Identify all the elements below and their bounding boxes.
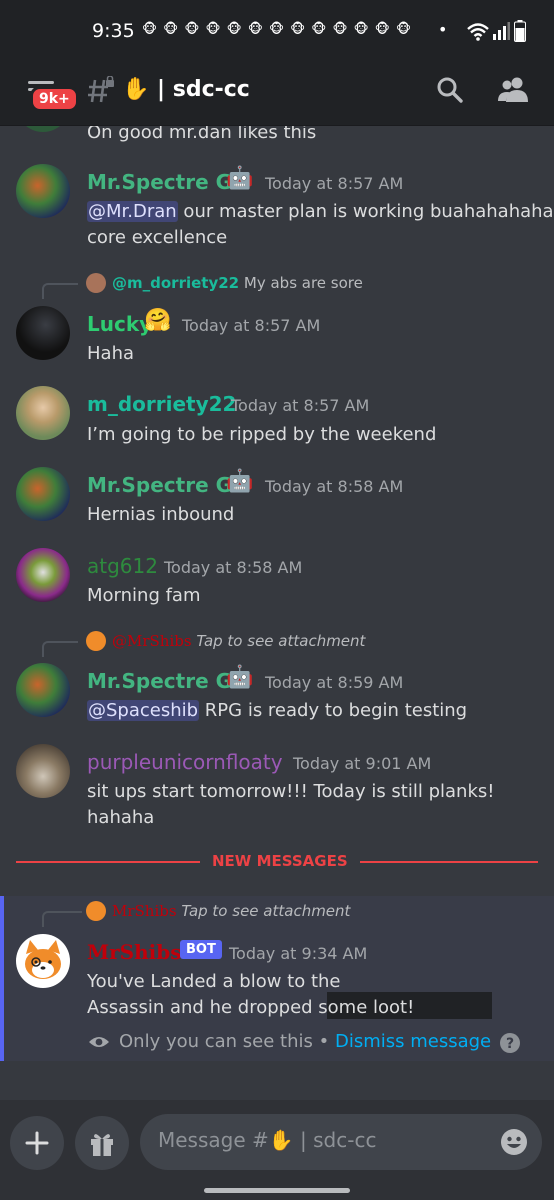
username[interactable]: Mr.Spectre G. [87, 669, 240, 693]
reply-connector [42, 283, 78, 299]
reply-preview[interactable]: @m_dorriety22 My abs are sore [112, 274, 363, 292]
ephemeral-notice: Only you can see this • Dismiss message [119, 1031, 491, 1052]
channel-title[interactable]: ✋ | sdc-cc [122, 77, 250, 102]
message-text: @Mr.Dran our master plan is working buah… [87, 198, 554, 225]
timestamp: Today at 8:58 AM [164, 558, 303, 577]
reply-connector [42, 911, 82, 927]
username[interactable]: Mr.Spectre G. [87, 170, 240, 194]
reply-username: @MrShibs [112, 632, 192, 650]
emoji-picker-icon[interactable] [500, 1128, 528, 1156]
reply-username: @m_dorriety22 [112, 274, 240, 292]
notification-dot: • [438, 20, 448, 39]
message-text: I’m going to be ripped by the weekend [87, 424, 437, 445]
clock: 9:35 [92, 20, 135, 42]
robot-badge-icon: 🤖 [226, 166, 254, 191]
user-mention[interactable]: @Spaceshib [87, 700, 200, 721]
avatar[interactable] [16, 934, 70, 988]
notification-icons: 🐵 🐵 🐵 🐵 🐵 🐵 🐵 🐵 🐵 🐵 🐵 🐵 🐵 [142, 22, 412, 37]
wifi-icon [467, 23, 489, 41]
reply-text: Tap to see attachment [181, 902, 351, 920]
reply-text: My abs are sore [243, 274, 363, 292]
new-messages-label: NEW MESSAGES [200, 852, 360, 870]
gift-icon [91, 1134, 113, 1156]
shiba-avatar-icon [25, 940, 61, 979]
members-icon[interactable] [498, 76, 528, 104]
help-icon[interactable]: ? [499, 1032, 521, 1054]
message-text: Assassin and he dropped some loot! [87, 997, 415, 1018]
reply-avatar [86, 901, 106, 921]
avatar[interactable] [16, 467, 70, 521]
reply-connector [42, 641, 78, 657]
timestamp: Today at 8:57 AM [182, 316, 321, 335]
battery-icon [514, 20, 526, 42]
dismiss-message-link[interactable]: Dismiss message [335, 1031, 491, 1052]
message-text: Hernias inbound [87, 504, 235, 525]
only-you-text: Only you can see this • [119, 1031, 330, 1052]
username[interactable]: purpleunicornfloaty [87, 750, 283, 774]
reply-text: Tap to see attachment [196, 632, 366, 650]
username[interactable]: m_dorriety22 [87, 392, 236, 416]
message-composer: Message #✋ | sdc-cc [0, 1100, 554, 1200]
status-bar: 9:35 🐵 🐵 🐵 🐵 🐵 🐵 🐵 🐵 🐵 🐵 🐵 🐵 🐵 • [0, 0, 554, 62]
reply-avatar [86, 631, 106, 651]
reply-username: MrShibs [112, 902, 177, 920]
hugging-face-emoji: 🤗 [144, 308, 172, 333]
avatar[interactable] [16, 548, 70, 602]
username[interactable]: MrShibs [87, 940, 182, 964]
timestamp: Today at 9:01 AM [293, 754, 432, 773]
message-placeholder: Message #✋ | sdc-cc [158, 1128, 377, 1152]
message-text: core excellence [87, 227, 228, 248]
avatar[interactable] [16, 744, 70, 798]
avatar[interactable] [16, 126, 70, 132]
svg-text:?: ? [506, 1036, 514, 1052]
message-text: Morning fam [87, 585, 201, 606]
username[interactable]: Mr.Spectre G. [87, 473, 240, 497]
timestamp: Today at 8:58 AM [265, 477, 404, 496]
avatar[interactable] [16, 164, 70, 218]
unread-badge[interactable]: 9k+ [30, 86, 79, 112]
user-mention[interactable]: @Mr.Dran [87, 201, 178, 222]
eye-icon [89, 1037, 109, 1047]
avatar[interactable] [16, 306, 70, 360]
message-text-part: our master plan is working buahahahahaa [177, 201, 554, 222]
message-list[interactable]: On good mr.dan likes this Mr.Spectre G. … [0, 126, 554, 1100]
timestamp: Today at 9:34 AM [229, 944, 368, 963]
channel-header: ✋ | sdc-cc [0, 62, 554, 126]
gift-button[interactable] [75, 1116, 129, 1170]
message-text: On good mr.dan likes this [87, 126, 317, 143]
timestamp: Today at 8:57 AM [265, 174, 404, 193]
robot-badge-icon: 🤖 [226, 469, 254, 494]
username[interactable]: atg612 [87, 554, 158, 578]
message-text: @Spaceshib RPG is ready to begin testing [87, 697, 467, 724]
robot-badge-icon: 🤖 [226, 665, 254, 690]
ephemeral-message[interactable]: MrShibs Tap to see attachment MrShibs BO… [0, 896, 554, 1061]
reply-avatar [86, 273, 106, 293]
message-text: You've Landed a blow to the [87, 971, 341, 992]
message-text: Haha [87, 343, 135, 364]
avatar[interactable] [16, 663, 70, 717]
timestamp: Today at 8:59 AM [265, 673, 404, 692]
signal-icon [493, 22, 510, 40]
home-indicator[interactable] [204, 1188, 350, 1193]
add-attachment-button[interactable] [10, 1116, 64, 1170]
message-input[interactable]: Message #✋ | sdc-cc [140, 1114, 542, 1170]
reply-preview[interactable]: MrShibs Tap to see attachment [112, 902, 350, 920]
reply-preview[interactable]: @MrShibs Tap to see attachment [112, 632, 365, 650]
username[interactable]: Lucky [87, 312, 152, 336]
locked-channel-icon [88, 76, 114, 103]
message-text-part: RPG is ready to begin testing [199, 700, 468, 721]
plus-icon [25, 1131, 49, 1155]
message-text: hahaha [87, 807, 155, 828]
bot-badge: BOT [180, 940, 222, 959]
message-text: sit ups start tomorrow!!! Today is still… [87, 781, 495, 802]
search-icon[interactable] [436, 76, 464, 104]
timestamp: Today at 8:57 AM [231, 396, 370, 415]
avatar[interactable] [16, 386, 70, 440]
